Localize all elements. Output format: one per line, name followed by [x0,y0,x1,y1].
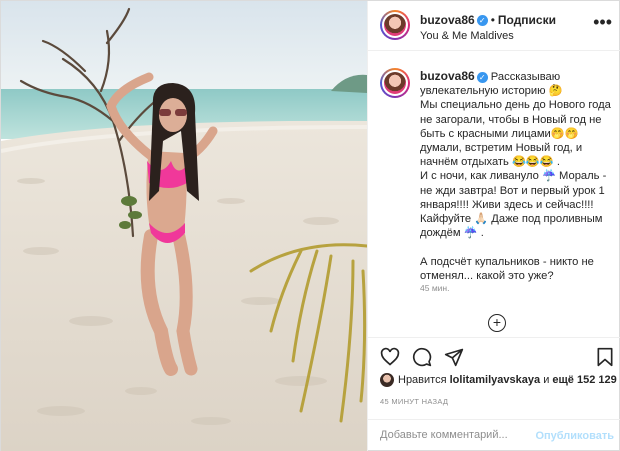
post-timestamp[interactable]: 45 МИНУТ НАЗАД [380,397,448,406]
caption-body: Рассказываю увлекательную историю 🤔 Мы с… [420,71,611,282]
verified-badge-icon: ✓ [476,71,488,83]
comment-bar: Опубликовать [368,419,620,451]
comment-input[interactable] [380,429,540,441]
instagram-post: buzova86 ✓ • Подписки You & Me Maldives •••… [0,0,620,451]
post-side-panel: buzova86 ✓ • Подписки You & Me Maldives •••… [367,1,620,451]
caption-block: buzova86 ✓ Рассказываю увлекательную исто… [368,51,620,301]
post-header: buzova86 ✓ • Подписки You & Me Maldives ••• [368,1,620,51]
publish-button[interactable]: Опубликовать [535,430,614,442]
location-link[interactable]: You & Me Maldives [420,30,514,42]
likes-count[interactable]: ещё 152 129 [552,374,616,386]
bookmark-icon[interactable] [596,347,614,367]
author-avatar[interactable] [380,10,410,40]
liker-avatar[interactable] [380,373,394,387]
likes-conjunction: и [543,373,550,386]
caption-time: 45 мин. [420,283,450,293]
likes-prefix: Нравится [398,373,447,386]
author-line: buzova86 ✓ • Подписки [420,13,556,27]
separator-dot: • [490,13,495,27]
caption-text: buzova86 ✓ Рассказываю увлекательную исто… [420,69,616,283]
follow-status-button[interactable]: Подписки [498,13,556,27]
action-bar [368,337,620,373]
likes-summary: Нравится lolitamilyavskaya и ещё 152 129 [380,373,617,389]
verified-badge-icon: ✓ [476,15,488,27]
post-photo[interactable] [1,1,367,451]
plus-circle-icon[interactable]: + [488,314,506,332]
comment-icon[interactable] [412,347,432,367]
caption-avatar[interactable] [380,68,410,98]
caption-username[interactable]: buzova86 [420,69,475,83]
liker-username[interactable]: lolitamilyavskaya [450,374,541,386]
author-username[interactable]: buzova86 [420,13,475,27]
heart-icon[interactable] [380,347,400,367]
share-icon[interactable] [444,347,464,367]
beach-photo-illustration [1,1,367,451]
more-options-icon[interactable]: ••• [593,12,612,33]
